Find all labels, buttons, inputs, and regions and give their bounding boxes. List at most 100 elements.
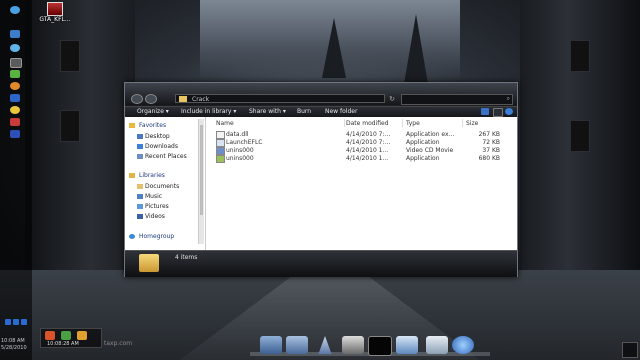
file-date: 4/14/2010 1... — [346, 147, 389, 154]
column-header-size[interactable]: Size — [466, 120, 478, 127]
app-icon[interactable] — [10, 58, 22, 68]
column-header-type[interactable]: Type — [406, 120, 420, 127]
burn-button[interactable]: Burn — [297, 108, 311, 116]
system-tray-icons[interactable] — [4, 318, 28, 332]
nav-item-desktop[interactable]: Desktop — [145, 133, 170, 140]
item-count: 4 items — [175, 254, 198, 261]
file-date: 4/14/2010 7:... — [346, 131, 391, 138]
nav-item-pictures[interactable]: Pictures — [145, 203, 169, 210]
include-in-library-button[interactable]: Include in library ▾ — [181, 108, 236, 116]
show-desktop-button[interactable] — [622, 342, 638, 358]
file-size: 267 KB — [478, 131, 500, 138]
dll-file-icon — [216, 131, 225, 139]
power-icon[interactable] — [45, 331, 55, 340]
tray-clock-text: 10:08:28 AM — [47, 341, 79, 347]
search-input[interactable]: ⌕ — [401, 94, 513, 105]
file-type: Application — [406, 139, 440, 146]
installer-icon — [216, 155, 225, 163]
view-options-icon[interactable] — [481, 108, 489, 115]
column-header-date[interactable]: Date modified — [346, 120, 389, 127]
desktop-icon-gta[interactable]: GTA_KFL... — [38, 2, 72, 23]
pictures-icon — [137, 204, 143, 209]
app-icon[interactable] — [10, 130, 20, 138]
nav-item-videos[interactable]: Videos — [145, 213, 165, 220]
file-size: 72 KB — [482, 139, 500, 146]
file-row[interactable]: unins000 4/14/2010 1... Application 680 … — [206, 155, 517, 163]
column-header-name[interactable]: Name — [216, 120, 234, 127]
file-date: 4/14/2010 1... — [346, 155, 389, 162]
file-row[interactable]: data.dll 4/14/2010 7:... Application ex.… — [206, 131, 517, 139]
wallpaper-spire — [404, 14, 428, 84]
folder-icon — [179, 96, 187, 102]
file-row[interactable]: unins000 4/14/2010 1... Video CD Movie 3… — [206, 147, 517, 155]
forward-button[interactable] — [145, 94, 157, 104]
start-orb-icon[interactable] — [10, 6, 20, 14]
file-type: Video CD Movie — [406, 147, 454, 154]
homegroup-icon — [129, 234, 135, 239]
nav-item-documents[interactable]: Documents — [145, 183, 179, 190]
video-file-icon — [216, 147, 225, 155]
wallpaper-spire — [322, 18, 346, 78]
tools-icon[interactable] — [342, 336, 364, 354]
file-list: Name Date modified Type Size data.dll 4/… — [206, 117, 517, 268]
app-icon[interactable] — [10, 106, 20, 114]
recent-places-icon — [137, 154, 143, 159]
file-name: unins000 — [226, 155, 254, 162]
help-icon[interactable] — [505, 108, 513, 115]
monitor-icon[interactable] — [396, 336, 418, 354]
file-size: 680 KB — [478, 155, 500, 162]
nav-libraries[interactable]: Libraries — [139, 172, 165, 179]
app-icon[interactable] — [10, 94, 20, 102]
column-divider[interactable] — [344, 119, 345, 127]
nav-favorites[interactable]: Favorites — [139, 122, 166, 129]
explorer-window[interactable]: Crack ↻ ⌕ Organize ▾ Include in library … — [124, 82, 518, 277]
address-bar[interactable]: Crack — [175, 94, 385, 103]
refresh-icon[interactable] — [61, 331, 71, 340]
recycle-bin-icon[interactable] — [426, 336, 448, 354]
nav-scrollbar[interactable] — [198, 119, 204, 244]
star-icon — [129, 123, 135, 128]
clock-date: 5/28/2010 — [1, 345, 27, 351]
wallpaper-building-left — [25, 0, 135, 300]
watermark-text: taxp.com — [104, 340, 133, 347]
rocket-icon[interactable] — [318, 336, 332, 354]
terminal-icon[interactable] — [368, 336, 392, 356]
wallpaper-window — [60, 40, 80, 72]
new-folder-button[interactable]: New folder — [325, 108, 357, 116]
clock-gadget[interactable]: 10:08:28 AM — [40, 328, 102, 348]
back-button[interactable] — [131, 94, 143, 104]
search-icon: ⌕ — [506, 95, 510, 102]
organize-button[interactable]: Organize ▾ — [137, 108, 169, 116]
file-row[interactable]: LaunchEFLC 4/14/2010 7:... Application 7… — [206, 139, 517, 147]
app-icon[interactable] — [10, 30, 20, 38]
nav-item-recent-places[interactable]: Recent Places — [145, 153, 187, 160]
app-icon[interactable] — [10, 44, 20, 52]
app-icon[interactable] — [10, 118, 20, 126]
column-divider[interactable] — [402, 119, 403, 127]
documents-icon — [137, 184, 143, 189]
wallpaper-window — [60, 110, 80, 142]
navigation-pane: Favorites Desktop Downloads Recent Place… — [125, 117, 206, 250]
column-divider[interactable] — [462, 119, 463, 127]
preview-pane-icon[interactable] — [493, 108, 503, 117]
file-type: Application ex... — [406, 131, 455, 138]
dock — [256, 336, 480, 356]
nav-item-music[interactable]: Music — [145, 193, 162, 200]
app-icon[interactable] — [10, 70, 20, 78]
downloads-icon — [137, 144, 143, 149]
app-icon[interactable] — [10, 82, 20, 90]
refresh-icon[interactable]: ↻ — [388, 95, 396, 103]
nav-homegroup[interactable]: Homegroup — [139, 233, 174, 240]
title-bar[interactable]: Crack ↻ ⌕ — [125, 83, 517, 105]
lock-icon[interactable] — [77, 331, 87, 340]
folder-icon[interactable] — [260, 336, 282, 354]
scrollbar-thumb[interactable] — [200, 125, 203, 215]
videos-icon — [137, 214, 143, 219]
globe-icon[interactable] — [452, 336, 474, 354]
share-with-button[interactable]: Share with ▾ — [249, 108, 286, 116]
folder-icon[interactable] — [286, 336, 308, 354]
file-name: LaunchEFLC — [226, 139, 263, 146]
left-gadget-bar: 10:08 AM 5/28/2010 — [0, 0, 32, 360]
sidebar-clock: 10:08 AM 5/28/2010 — [1, 338, 27, 352]
nav-item-downloads[interactable]: Downloads — [145, 143, 178, 150]
